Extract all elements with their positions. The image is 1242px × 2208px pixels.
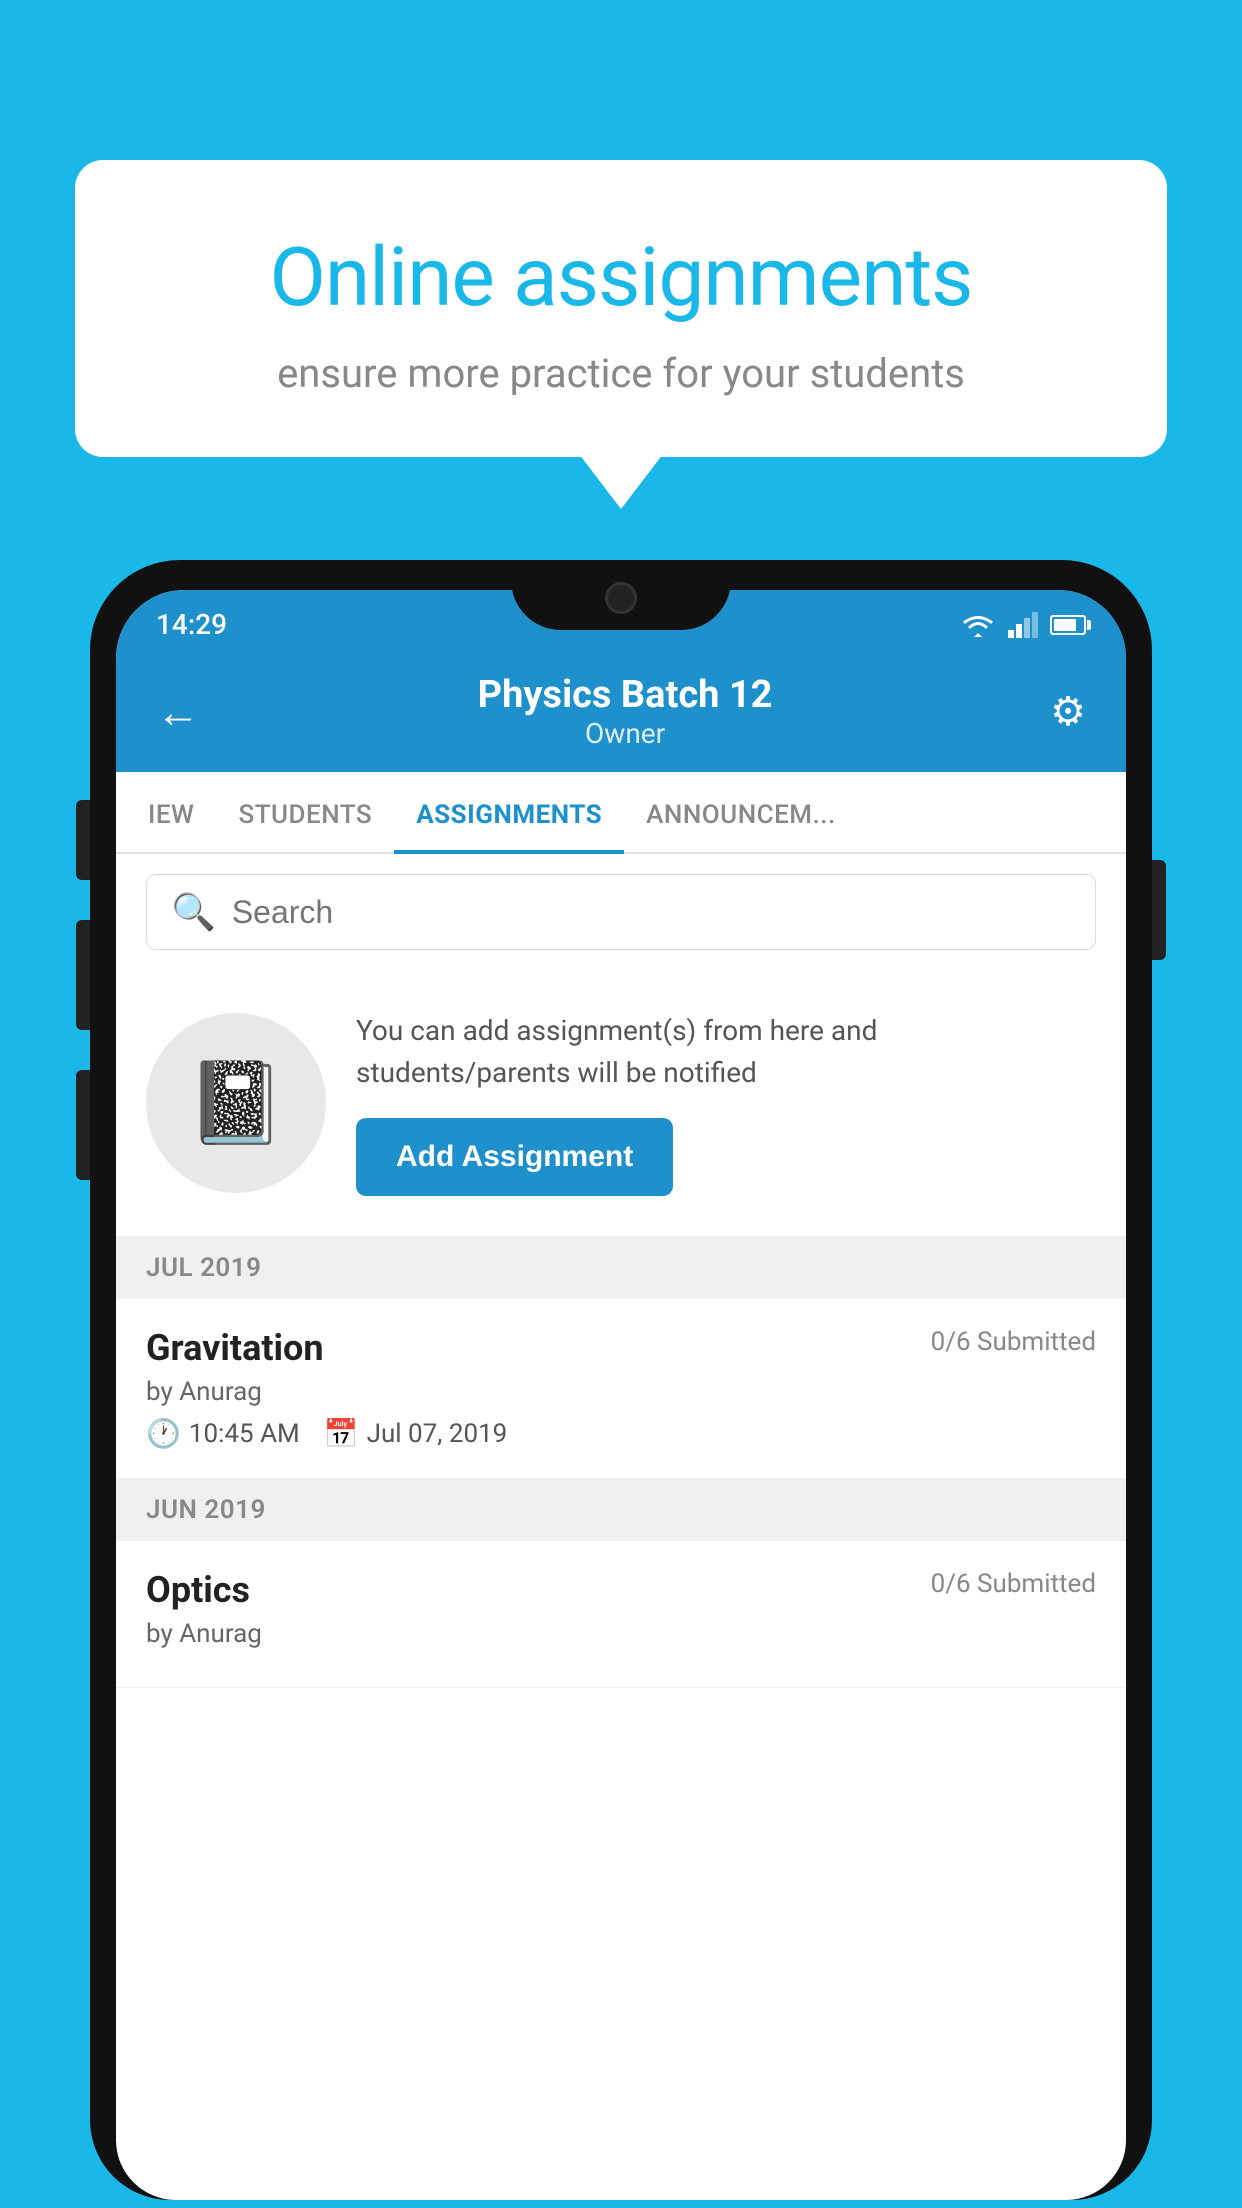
settings-icon[interactable]: ⚙ [1050, 688, 1086, 735]
wifi-icon [960, 611, 996, 639]
search-container: 🔍 [116, 854, 1126, 970]
assignment-item-optics[interactable]: Optics 0/6 Submitted by Anurag [116, 1541, 1126, 1688]
meta-time: 🕐 10:45 AM [146, 1417, 300, 1450]
back-button[interactable]: ← [156, 686, 200, 738]
app-header: ← Physics Batch 12 Owner ⚙ [116, 655, 1126, 772]
assignment-date: Jul 07, 2019 [367, 1419, 508, 1449]
search-input[interactable] [232, 894, 1071, 931]
tab-students[interactable]: STUDENTS [216, 772, 394, 852]
tab-assignments[interactable]: ASSIGNMENTS [394, 772, 624, 852]
assignment-title-optics: Optics [146, 1569, 250, 1611]
header-title-container: Physics Batch 12 Owner [200, 673, 1050, 750]
assignment-item-gravitation[interactable]: Gravitation 0/6 Submitted by Anurag 🕐 10… [116, 1299, 1126, 1479]
status-time: 14:29 [156, 608, 227, 641]
assignment-icon-circle: 📓 [146, 1013, 326, 1193]
phone-outer: 14:29 [90, 560, 1152, 2200]
assignment-time: 10:45 AM [189, 1419, 300, 1449]
meta-date: 📅 Jul 07, 2019 [324, 1417, 508, 1450]
status-icons [960, 611, 1086, 639]
month-header-jul: JUL 2019 [116, 1237, 1126, 1299]
tabs-container: IEW STUDENTS ASSIGNMENTS ANNOUNCEM... [116, 772, 1126, 854]
speech-bubble-title: Online assignments [155, 230, 1087, 326]
search-input-wrapper[interactable]: 🔍 [146, 874, 1096, 950]
assignment-title: Gravitation [146, 1327, 324, 1369]
assignment-meta: 🕐 10:45 AM 📅 Jul 07, 2019 [146, 1417, 1096, 1450]
tab-iew[interactable]: IEW [126, 772, 216, 852]
header-subtitle: Owner [200, 717, 1050, 750]
speech-bubble: Online assignments ensure more practice … [75, 160, 1167, 457]
info-description: You can add assignment(s) from here and … [356, 1010, 1096, 1094]
info-text-section: You can add assignment(s) from here and … [356, 1010, 1096, 1196]
assignment-row-top: Gravitation 0/6 Submitted [146, 1327, 1096, 1369]
phone-mockup: 14:29 [90, 560, 1152, 2208]
assignment-author-optics: by Anurag [146, 1619, 1096, 1649]
phone-btn-left2 [76, 920, 90, 1030]
assignment-submitted-optics: 0/6 Submitted [931, 1569, 1096, 1599]
month-header-jun: JUN 2019 [116, 1479, 1126, 1541]
notebook-icon: 📓 [186, 1056, 286, 1150]
phone-notch [511, 560, 731, 630]
tab-announcements[interactable]: ANNOUNCEM... [624, 772, 858, 852]
phone-btn-left1 [76, 800, 90, 880]
signal-icon [1008, 612, 1038, 638]
info-section: 📓 You can add assignment(s) from here an… [116, 970, 1126, 1237]
clock-icon: 🕐 [146, 1417, 181, 1450]
add-assignment-button[interactable]: Add Assignment [356, 1118, 673, 1196]
assignment-author: by Anurag [146, 1377, 1096, 1407]
phone-screen: 14:29 [116, 590, 1126, 2200]
speech-bubble-subtitle: ensure more practice for your students [155, 350, 1087, 397]
battery-icon [1050, 615, 1086, 635]
assignment-submitted: 0/6 Submitted [931, 1327, 1096, 1357]
search-icon: 🔍 [171, 891, 216, 933]
phone-btn-right [1152, 860, 1166, 960]
phone-btn-left3 [76, 1070, 90, 1180]
phone-camera [605, 582, 637, 614]
assignment-row-top-optics: Optics 0/6 Submitted [146, 1569, 1096, 1611]
speech-bubble-container: Online assignments ensure more practice … [75, 160, 1167, 457]
calendar-icon: 📅 [324, 1417, 359, 1450]
header-title: Physics Batch 12 [200, 673, 1050, 717]
